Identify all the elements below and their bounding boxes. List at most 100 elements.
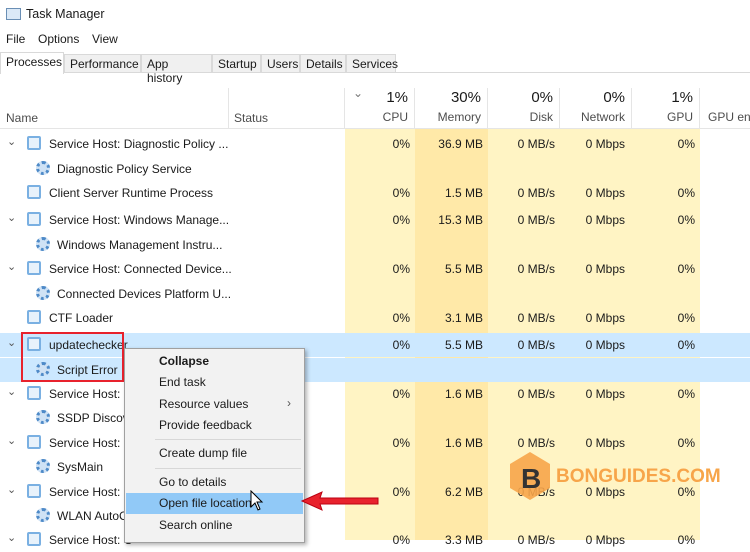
process-row[interactable]: Windows Management Instru... [0,233,750,257]
menu-file[interactable]: File [6,32,25,46]
service-name: WLAN AutoC [57,509,128,523]
tab-performance[interactable]: Performance [64,54,141,73]
tab-app-history[interactable]: App history [141,54,212,85]
cpu-value: 0% [392,387,410,401]
menu-item-create-dump-file[interactable]: Create dump file [126,443,303,464]
net-value: 0 Mbps [585,387,625,401]
cpu-value: 0% [392,186,410,200]
menu-item-end-task[interactable]: End task [126,372,303,393]
mem-value: 1.6 MB [444,436,483,450]
expand-chevron-icon[interactable]: ⌄ [7,434,16,447]
tab-bar: Processes Performance App history Startu… [0,52,750,85]
submenu-arrow-icon: › [287,396,291,410]
mem-value: 5.5 MB [444,338,483,352]
process-name: CTF Loader [49,311,114,325]
disk-value: 0 MB/s [517,436,555,450]
gpu-value: 0% [677,311,695,325]
menu-item-resource-values[interactable]: Resource values [126,394,303,415]
process-name: Client Server Runtime Process [49,186,214,200]
context-menu: Collapse End task Resource values › Prov… [124,348,305,543]
cpu-value: 0% [392,338,410,352]
gpu-value: 0% [677,213,695,227]
header-status-col: ⌄ [229,86,363,128]
header-cpu[interactable]: 1% CPU [345,88,415,128]
cpu-value: 0% [392,262,410,276]
task-manager-icon [6,8,21,20]
process-name: Service Host: S [49,387,132,401]
mem-value: 3.1 MB [444,311,483,325]
cpu-value: 0% [392,485,410,499]
service-gear-icon [36,410,50,424]
process-row[interactable]: ⌄ Service Host: C 0% 3.3 MB 0 MB/s 0 Mbps 0% [0,528,750,552]
expand-chevron-icon[interactable]: ⌄ [7,135,16,148]
process-icon [27,136,41,150]
expand-chevron-icon[interactable]: ⌄ [7,531,16,544]
cpu-value: 0% [392,137,410,151]
process-name: Service Host: Windows Manage... [49,213,230,227]
tab-startup[interactable]: Startup [212,54,261,73]
service-name: Connected Devices Platform U... [57,287,232,301]
net-value: 0 Mbps [585,436,625,450]
disk-value: 0 MB/s [517,533,555,547]
disk-value: 0 MB/s [517,186,555,200]
process-icon [27,212,41,226]
process-icon [27,484,41,498]
process-row[interactable]: Client Server Runtime Process 0% 1.5 MB 0 M… [0,181,750,205]
gpu-value: 0% [677,262,695,276]
menu-item-collapse[interactable]: Collapse [126,351,303,372]
service-name: SysMain [57,460,104,474]
menu-item-open-file-location[interactable]: Open file location [126,493,303,514]
header-disk[interactable]: 0% Disk [488,88,560,128]
expand-chevron-icon[interactable]: ⌄ [7,211,16,224]
process-row[interactable]: ⌄ Service Host: Diagnostic Policy ... 0% 36… [0,132,750,156]
process-icon [27,261,41,275]
process-name: Service Host: Connected Device... [49,262,232,276]
header-name-col [0,88,229,128]
process-row[interactable]: SSDP Discove [0,406,750,430]
process-icon [27,532,41,546]
mem-value: 5.5 MB [444,262,483,276]
disk-value: 0 MB/s [517,262,555,276]
service-name: Windows Management Instru... [57,238,223,252]
expand-chevron-icon[interactable]: ⌄ [7,483,16,496]
red-arrow-icon [300,491,379,511]
tab-details[interactable]: Details [300,54,346,73]
header-gpu-engine[interactable]: GPU eng [700,88,750,128]
process-name: Service Host: Diagnostic Policy ... [49,137,229,151]
expand-chevron-icon[interactable]: ⌄ [7,336,16,349]
process-row[interactable]: ⌄ Service Host: S 0% 1.6 MB 0 MB/s 0 Mbps 0% [0,431,750,455]
menu-item-search-online[interactable]: Search online [126,515,303,536]
process-icon [27,386,41,400]
menu-item-go-to-details[interactable]: Go to details [126,472,303,493]
cpu-value: 0% [392,213,410,227]
process-row[interactable]: ⌄ Service Host: S 0% 1.6 MB 0 MB/s 0 Mbps 0% [0,382,750,406]
process-row[interactable]: CTF Loader 0% 3.1 MB 0 MB/s 0 Mbps 0% [0,306,750,330]
svg-text:B: B [521,463,541,494]
expand-chevron-icon[interactable]: ⌄ [7,260,16,273]
header-memory[interactable]: 30% Memory [415,88,488,128]
service-gear-icon [36,459,50,473]
tab-services[interactable]: Services [346,54,398,73]
mem-value: 6.2 MB [444,485,483,499]
gpu-value: 0% [677,186,695,200]
process-icon [27,435,41,449]
menu-options[interactable]: Options [38,32,79,46]
net-value: 0 Mbps [585,186,625,200]
process-row[interactable]: Connected Devices Platform U... [0,282,750,306]
net-value: 0 Mbps [585,137,625,151]
process-row[interactable]: Diagnostic Policy Service [0,157,750,181]
tab-users[interactable]: Users [261,54,300,73]
tab-processes[interactable]: Processes [0,52,64,74]
disk-value: 0 MB/s [517,213,555,227]
process-icon [27,185,41,199]
header-gpu[interactable]: 1% GPU [632,88,700,128]
gpu-value: 0% [677,137,695,151]
menu-item-provide-feedback[interactable]: Provide feedback [126,415,303,436]
menu-view[interactable]: View [92,32,118,46]
process-row[interactable]: ⌄ Service Host: Connected Device... 0% 5.5 … [0,257,750,281]
service-gear-icon [36,286,50,300]
process-row[interactable]: ⌄ Service Host: Windows Manage... 0% 15.3 M… [0,208,750,232]
header-network[interactable]: 0% Network [560,88,632,128]
expand-chevron-icon[interactable]: ⌄ [7,385,16,398]
service-name: Diagnostic Policy Service [57,162,192,176]
